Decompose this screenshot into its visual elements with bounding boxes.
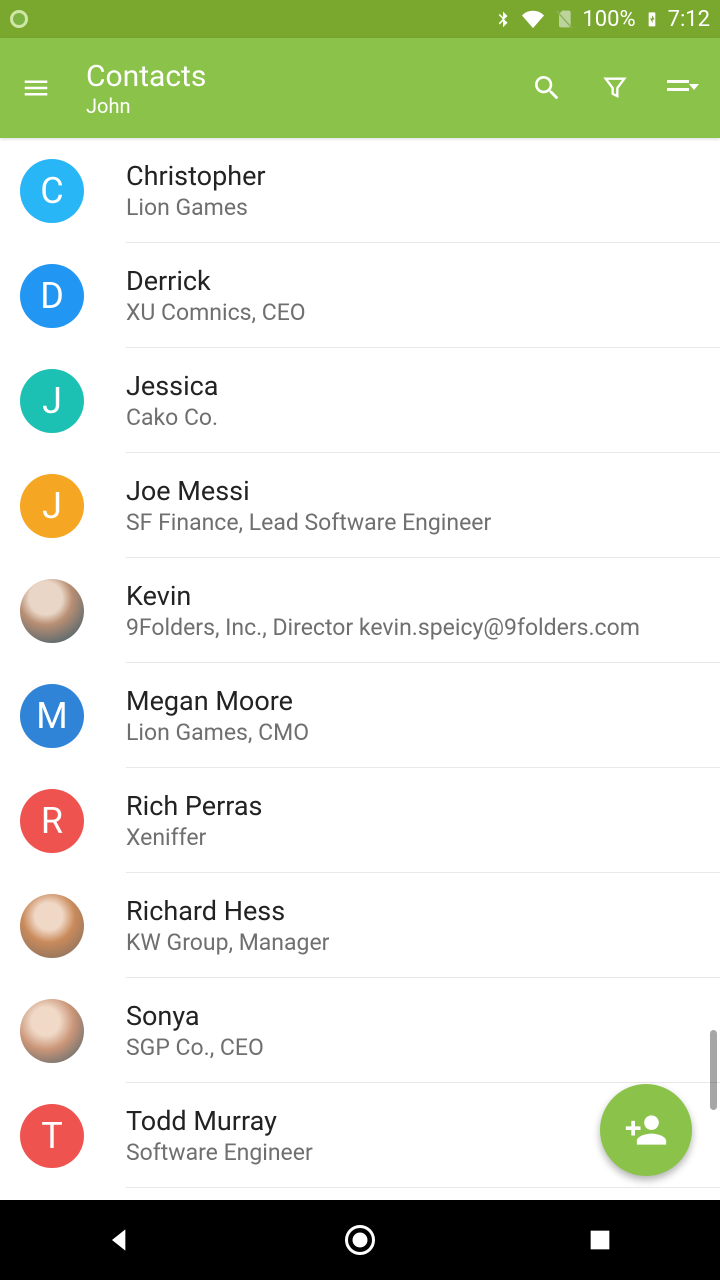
app-bar: Contacts John [0,38,720,138]
status-bar: 100% 7:12 [0,0,720,38]
contact-avatar-letter[interactable]: R [20,789,84,853]
battery-percentage: 100% [582,7,635,32]
contact-detail: Lion Games [126,194,700,221]
contact-row[interactable]: Kevin9Folders, Inc., Director kevin.spei… [0,558,720,663]
contact-row[interactable]: J Joe MessiSF Finance, Lead Software Engi… [0,453,720,558]
contact-row[interactable]: M Megan MooreLion Games, CMO [0,663,720,768]
contact-avatar-letter[interactable]: T [20,1104,84,1168]
contact-info: Rich PerrasXeniffer [126,768,720,873]
contact-name: Megan Moore [126,685,700,717]
contact-info: Megan MooreLion Games, CMO [126,663,720,768]
contact-avatar-photo[interactable] [20,999,84,1063]
recents-icon [586,1226,614,1254]
contact-name: Derrick [126,265,700,297]
person-add-icon [624,1108,668,1152]
home-button[interactable] [340,1220,380,1260]
contact-avatar-letter[interactable]: D [20,264,84,328]
search-button[interactable] [530,71,564,105]
contact-name: Joe Messi [126,475,700,507]
contact-info: Joe MessiSF Finance, Lead Software Engin… [126,453,720,558]
home-icon [342,1222,378,1258]
contact-info: Richard HessKW Group, Manager [126,873,720,978]
add-contact-fab[interactable] [600,1084,692,1176]
contact-detail: XU Comnics, CEO [126,299,700,326]
filter-button[interactable] [598,71,632,105]
contact-avatar-photo[interactable] [20,579,84,643]
contact-info: DerrickXU Comnics, CEO [126,243,720,348]
contact-detail: SF Finance, Lead Software Engineer [126,509,700,536]
search-icon [531,72,563,104]
sort-dropdown-icon [667,76,699,100]
contact-name: Jessica [126,370,700,402]
contact-info: Kevin9Folders, Inc., Director kevin.spei… [126,558,720,663]
hamburger-icon [21,73,51,103]
contact-avatar-letter[interactable]: J [20,369,84,433]
contact-name: Christopher [126,160,700,192]
contact-name: Sonya [126,1000,700,1032]
wifi-icon [520,8,546,30]
recents-button[interactable] [580,1220,620,1260]
contact-detail: SGP Co., CEO [126,1034,700,1061]
appbar-title-block: Contacts John [86,59,530,118]
filter-icon [601,74,629,102]
contact-info: SonyaSGP Co., CEO [126,978,720,1083]
sort-button[interactable] [666,71,700,105]
contact-row[interactable]: SonyaSGP Co., CEO [0,978,720,1083]
status-app-indicator-icon [10,10,28,28]
contact-row[interactable]: C ChristopherLion Games [0,138,720,243]
back-button[interactable] [100,1220,140,1260]
contact-avatar-photo[interactable] [20,894,84,958]
battery-charging-icon [644,6,660,32]
contact-avatar-letter[interactable]: J [20,474,84,538]
page-title: Contacts [86,59,530,94]
contact-detail: 9Folders, Inc., Director kevin.speicy@9f… [126,614,700,641]
contact-row[interactable]: D DerrickXU Comnics, CEO [0,243,720,348]
contact-row[interactable]: R Rich PerrasXeniffer [0,768,720,873]
contact-name: Richard Hess [126,895,700,927]
contact-detail: Lion Games, CMO [126,719,700,746]
back-icon [104,1224,136,1256]
contact-detail: Cako Co. [126,404,700,431]
contact-avatar-letter[interactable]: M [20,684,84,748]
contact-row[interactable]: Richard HessKW Group, Manager [0,873,720,978]
contact-detail: KW Group, Manager [126,929,700,956]
bluetooth-icon [494,7,512,31]
menu-button[interactable] [16,68,56,108]
page-subtitle: John [86,94,530,118]
contacts-list[interactable]: C ChristopherLion Games D DerrickXU Comnics… [0,138,720,1200]
contact-avatar-letter[interactable]: C [20,159,84,223]
contact-info: ChristopherLion Games [126,138,720,243]
clock-text: 7:12 [668,7,710,32]
contact-name: Kevin [126,580,700,612]
contact-row[interactable]: J JessicaCako Co. [0,348,720,453]
system-nav-bar [0,1200,720,1280]
contact-detail: Xeniffer [126,824,700,851]
no-sim-icon [554,7,574,31]
contact-name: Rich Perras [126,790,700,822]
contact-info: JessicaCako Co. [126,348,720,453]
scrollbar-thumb[interactable] [710,1030,717,1110]
